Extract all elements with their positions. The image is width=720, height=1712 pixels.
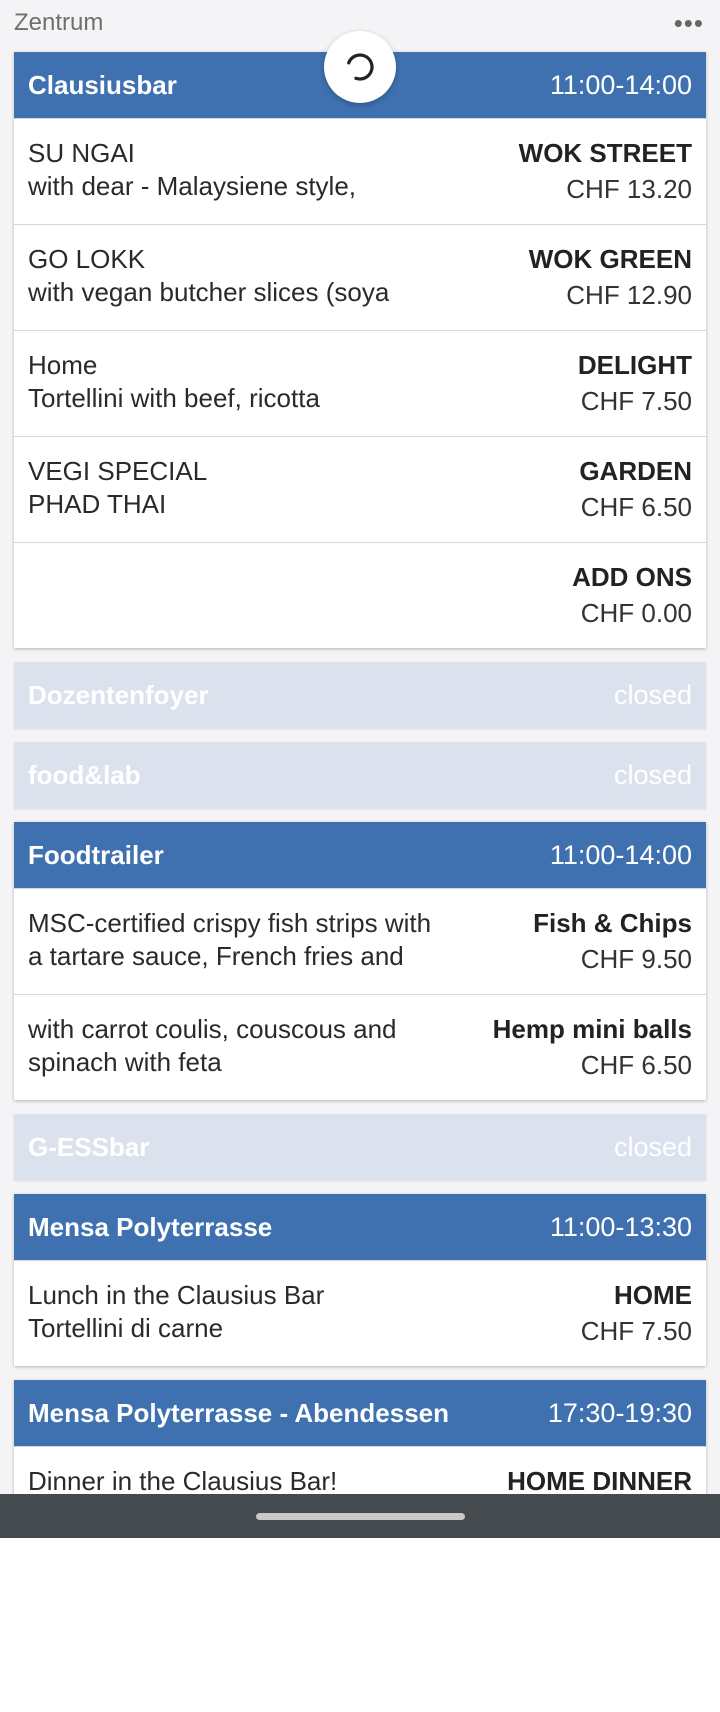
mensa-card-foodtrailer[interactable]: Foodtrailer 11:00-14:00 MSC-certified cr…	[14, 822, 706, 1100]
mensa-status: closed	[613, 1131, 692, 1162]
menu-price: CHF 7.50	[580, 386, 692, 416]
menu-name: WOK GREEN	[528, 244, 692, 274]
mensa-status: closed	[613, 759, 692, 790]
mensa-card-dozentenfoyer[interactable]: Dozentenfoyer closed	[14, 662, 706, 728]
mensa-header[interactable]: food&lab closed	[14, 742, 706, 808]
mensa-header[interactable]: Mensa Polyterrasse 11:00-13:30	[14, 1194, 706, 1260]
menu-price: CHF 13.20	[566, 174, 692, 204]
mensa-header[interactable]: Foodtrailer 11:00-14:00	[14, 822, 706, 888]
mensa-name: Dozentenfoyer	[28, 679, 209, 710]
mensa-hours: 11:00-14:00	[549, 69, 692, 100]
app-screen: Zentrum ••• Clausiusbar 11:00-14:00 SU N…	[0, 0, 720, 1538]
menu-item[interactable]: Home Tortellini with beef, ricotta DELIGH…	[14, 330, 706, 436]
menu-name: WOK STREET	[518, 138, 692, 168]
page-title: Zentrum	[14, 9, 104, 36]
mensa-name: Mensa Polyterrasse	[28, 1211, 273, 1242]
menu-name: ADD ONS	[572, 562, 692, 592]
menu-description: MSC-certified crispy fish strips with a t…	[28, 908, 432, 971]
mensa-header[interactable]: G-ESSbar closed	[14, 1114, 706, 1180]
menu-item[interactable]: ADD ONS CHF 0.00	[14, 542, 706, 648]
menu-name: HOME	[614, 1280, 692, 1310]
mensa-hours: 11:00-14:00	[549, 839, 692, 870]
menu-description: Lunch in the Clausius Bar Tortellini di c…	[28, 1280, 325, 1343]
more-horizontal-icon[interactable]: •••	[674, 8, 704, 39]
menu-description: Home Tortellini with beef, ricotta	[28, 350, 320, 413]
menu-price: CHF 12.90	[566, 280, 692, 310]
loading-spinner-icon	[324, 31, 396, 103]
menu-price: CHF 6.50	[580, 1050, 692, 1080]
menu-description: GO LOKK with vegan butcher slices (soya	[28, 244, 390, 307]
mensa-hours: 17:30-19:30	[547, 1397, 692, 1428]
menu-price: CHF 0.00	[580, 598, 692, 628]
mensa-name: Mensa Polyterrasse - Abendessen	[28, 1397, 449, 1428]
mensa-hours: 11:00-13:30	[549, 1211, 692, 1242]
menu-description: SU NGAI with dear - Malaysiene style,	[28, 138, 357, 201]
mensa-header[interactable]: Mensa Polyterrasse - Abendessen 17:30-19…	[14, 1380, 706, 1446]
home-gesture-handle[interactable]	[256, 1513, 465, 1520]
mensa-card-g-essbar[interactable]: G-ESSbar closed	[14, 1114, 706, 1180]
system-navigation-bar	[0, 1494, 720, 1538]
menu-name: Fish & Chips	[533, 908, 692, 938]
menu-name: DELIGHT	[577, 350, 692, 380]
mensa-name: Clausiusbar	[28, 69, 177, 100]
menu-item[interactable]: with carrot coulis, couscous and spinach …	[14, 994, 706, 1100]
mensa-card-food-lab[interactable]: food&lab closed	[14, 742, 706, 808]
menu-description: VEGI SPECIAL PHAD THAI	[28, 456, 208, 519]
menu-item[interactable]: GO LOKK with vegan butcher slices (soya W…	[14, 224, 706, 330]
menu-item[interactable]: Lunch in the Clausius Bar Tortellini di c…	[14, 1260, 706, 1366]
mensa-card-polyterrasse[interactable]: Mensa Polyterrasse 11:00-13:30 Lunch in …	[14, 1194, 706, 1366]
mensa-name: G-ESSbar	[28, 1131, 150, 1162]
menu-name: Hemp mini balls	[492, 1014, 692, 1044]
menu-item[interactable]: VEGI SPECIAL PHAD THAI GARDEN CHF 6.50	[14, 436, 706, 542]
menu-description: with carrot coulis, couscous and spinach …	[28, 1014, 397, 1077]
mensa-header[interactable]: Dozentenfoyer closed	[14, 662, 706, 728]
mensa-name: food&lab	[28, 759, 141, 790]
mensa-name: Foodtrailer	[28, 839, 164, 870]
mensa-card-clausiusbar[interactable]: Clausiusbar 11:00-14:00 SU NGAI with dear…	[14, 52, 706, 648]
menu-item[interactable]: MSC-certified crispy fish strips with a t…	[14, 888, 706, 994]
mensa-status: closed	[613, 679, 692, 710]
menu-price: CHF 7.50	[580, 1316, 692, 1346]
menu-price: CHF 9.50	[580, 944, 692, 974]
menu-name: GARDEN	[579, 456, 692, 486]
menu-price: CHF 6.50	[580, 492, 692, 522]
menu-item[interactable]: SU NGAI with dear - Malaysiene style, WOK…	[14, 118, 706, 224]
